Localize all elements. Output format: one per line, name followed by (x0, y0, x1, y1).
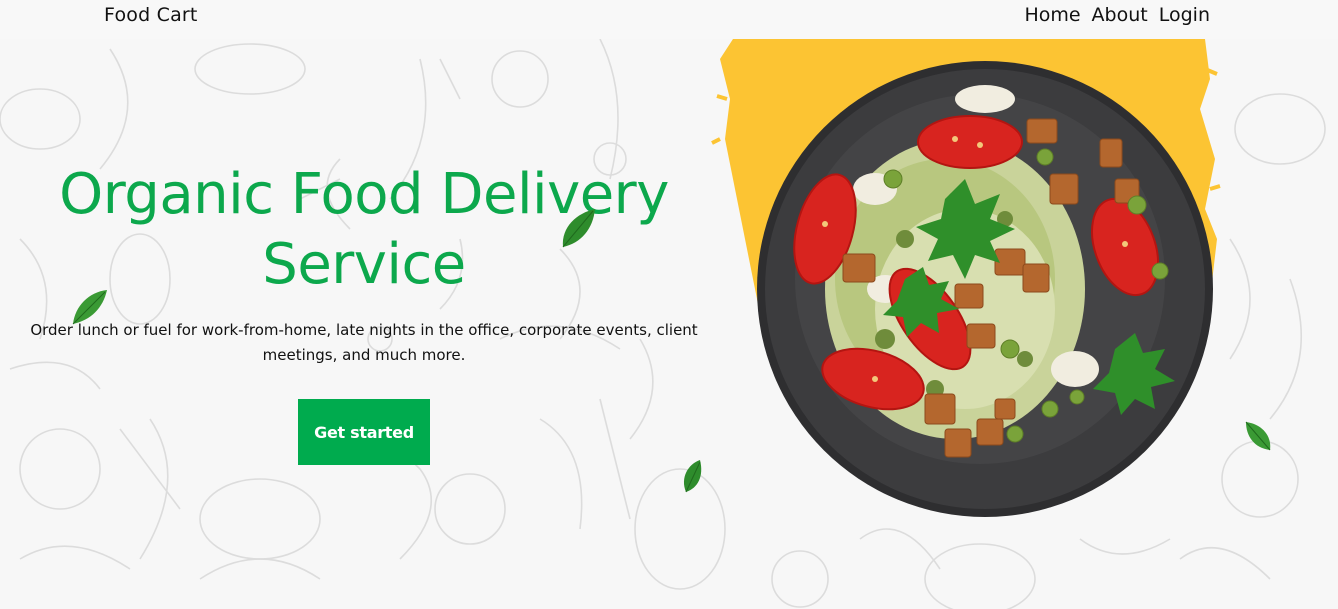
leaf-icon (683, 460, 702, 493)
hero-title: Organic Food Delivery Service (0, 160, 728, 300)
nav-links: Home About Login (1024, 4, 1210, 26)
hero-text: Organic Food Delivery Service Order lunc… (0, 160, 728, 368)
nav-link-about[interactable]: About (1092, 4, 1148, 26)
get-started-button[interactable]: Get started (298, 399, 430, 465)
nav-link-login[interactable]: Login (1159, 4, 1210, 26)
hero-description: Order lunch or fuel for work-from-home, … (30, 321, 698, 364)
nav-link-home[interactable]: Home (1024, 4, 1080, 26)
navbar: Food Cart Home About Login (0, 0, 1338, 39)
leaf-icon (1245, 421, 1271, 451)
leaf-icon (562, 209, 595, 248)
brand-logo-text[interactable]: Food Cart (104, 4, 198, 26)
hero-title-line2: Service (262, 232, 466, 297)
leaf-icon (72, 290, 107, 325)
salad-plate-image (711, 39, 1221, 517)
